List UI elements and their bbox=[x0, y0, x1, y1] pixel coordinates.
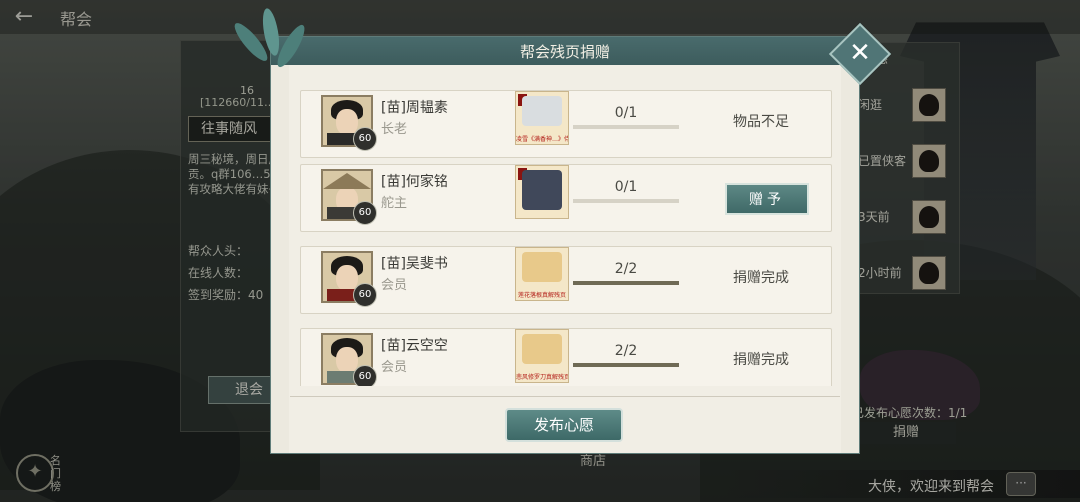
requested-item: 凌雪《满香神…》侍 bbox=[515, 91, 569, 145]
ornament-decoration bbox=[230, 7, 310, 78]
progress-text: 2/2 bbox=[614, 261, 638, 277]
progress-bar bbox=[573, 281, 679, 285]
member-role: 会员 bbox=[381, 278, 408, 293]
requested-item: 莲花落根真解残页 bbox=[515, 247, 569, 301]
item-caption: 莲花落根真解残页 bbox=[517, 292, 566, 299]
member-role: 会员 bbox=[381, 360, 408, 375]
requested-item: 悲风修罗刀真解残页 bbox=[515, 329, 569, 383]
level-badge: 60 bbox=[353, 365, 377, 386]
member-role: 长老 bbox=[381, 122, 408, 137]
requested-item bbox=[515, 165, 569, 219]
donation-list: 60 [苗]周韫素 长老 凌雪《满香神…》侍 0/1 物品不足 60 [苗]何家… bbox=[300, 90, 832, 386]
progress-text: 0/1 bbox=[614, 105, 638, 121]
member-name: [苗]云空空 bbox=[381, 338, 448, 354]
level-badge: 60 bbox=[353, 201, 377, 225]
progress-bar bbox=[573, 199, 679, 203]
progress-bar bbox=[573, 125, 679, 129]
status-text: 捐赠完成 bbox=[733, 270, 789, 286]
progress-bar bbox=[573, 363, 679, 367]
item-caption: 悲风修罗刀真解残页 bbox=[516, 374, 568, 381]
divider bbox=[290, 396, 840, 397]
member-name: [苗]吴斐书 bbox=[381, 256, 448, 272]
progress-text: 0/1 bbox=[614, 179, 638, 195]
list-item: 60 [苗]吴斐书 会员 莲花落根真解残页 2/2 捐赠完成 bbox=[300, 246, 832, 314]
publish-wish-button[interactable]: 发布心愿 bbox=[505, 408, 623, 442]
member-role: 舵主 bbox=[381, 196, 408, 211]
member-name: [苗]何家铭 bbox=[381, 174, 448, 190]
status-text: 捐赠完成 bbox=[733, 352, 789, 368]
list-item: 60 [苗]云空空 会员 悲风修罗刀真解残页 2/2 捐赠完成 bbox=[300, 328, 832, 386]
dialog-header: 帮会残页捐赠 bbox=[271, 37, 859, 65]
level-badge: 60 bbox=[353, 127, 377, 151]
item-caption: 凌雪《满香神…》侍 bbox=[516, 136, 568, 143]
give-button[interactable]: 赠予 bbox=[725, 183, 809, 215]
dialog-title: 帮会残页捐赠 bbox=[519, 43, 610, 61]
list-item: 60 [苗]何家铭 舵主 0/1 赠予 bbox=[300, 164, 832, 232]
member-name: [苗]周韫素 bbox=[381, 100, 448, 116]
progress-text: 2/2 bbox=[614, 343, 638, 359]
list-item: 60 [苗]周韫素 长老 凌雪《满香神…》侍 0/1 物品不足 bbox=[300, 90, 832, 158]
status-text: 物品不足 bbox=[733, 114, 789, 130]
level-badge: 60 bbox=[353, 283, 377, 307]
